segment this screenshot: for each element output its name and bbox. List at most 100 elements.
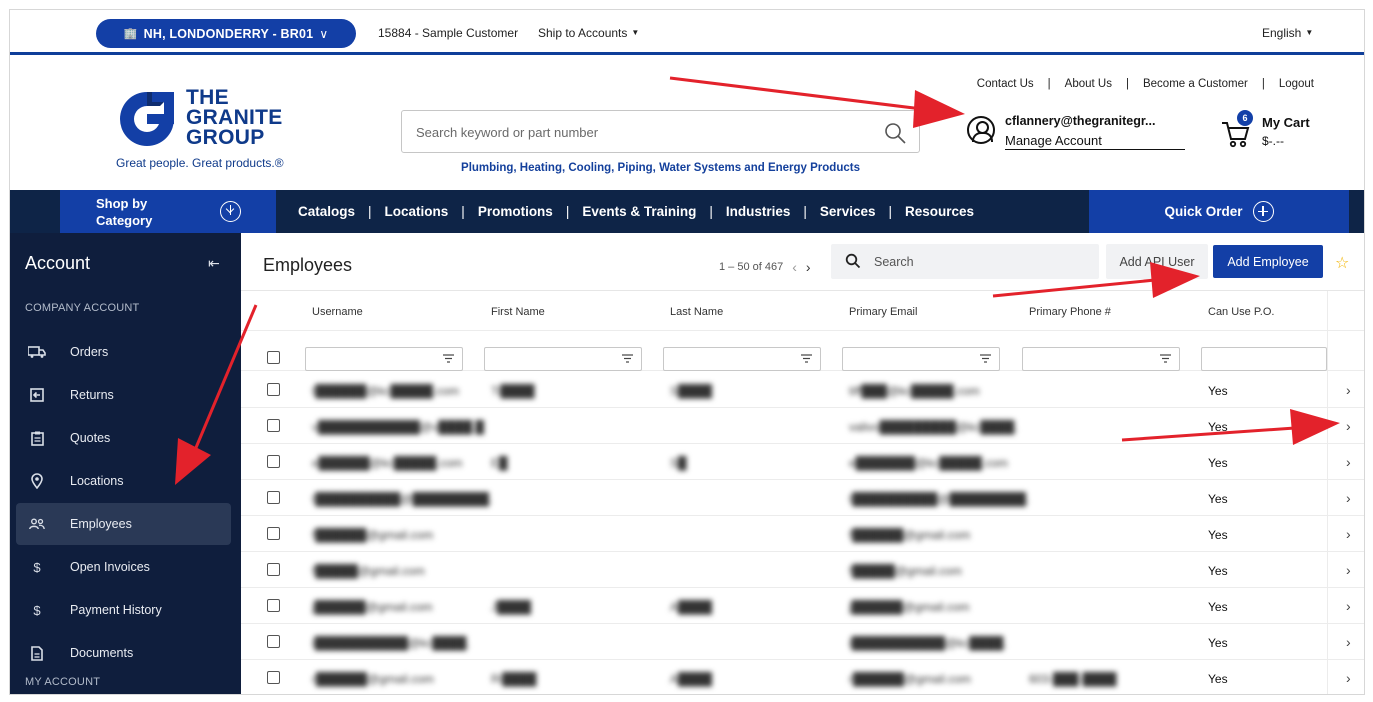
add-api-user-button[interactable]: Add API User — [1106, 244, 1208, 279]
table-row[interactable]: i███████████@kc████. i███████████@kc████.… — [241, 624, 1364, 660]
chevron-right-icon[interactable]: › — [1346, 454, 1351, 470]
ship-to-accounts-dropdown[interactable]: Ship to Accounts ▼ — [538, 26, 639, 40]
chevron-right-icon[interactable]: › — [1346, 490, 1351, 506]
clipboard-icon — [26, 431, 48, 446]
cell-primary-email: j██████@gmail.com — [849, 600, 970, 614]
cell-primary-email: tiff███@kc█████.com — [849, 384, 980, 398]
row-checkbox[interactable] — [267, 491, 280, 504]
next-page-icon[interactable]: › — [806, 259, 811, 275]
sidebar-item-label: Open Invoices — [70, 560, 150, 574]
table-row[interactable]: t██████@kc█████.com Ti████ S████ tiff███@kc… — [241, 372, 1364, 408]
row-checkbox[interactable] — [267, 599, 280, 612]
nav-events-training[interactable]: Events & Training — [582, 204, 696, 219]
sidebar-item-label: Quotes — [70, 431, 111, 445]
table-row[interactable]: j██████@gmail.com J████ A████ j██████@gmail… — [241, 588, 1364, 624]
sidebar-item-employees[interactable]: Employees — [16, 503, 231, 545]
collapse-sidebar-icon[interactable]: ⇤ — [208, 255, 220, 272]
select-all-checkbox[interactable] — [267, 351, 280, 364]
manage-account-link[interactable]: Manage Account — [1005, 133, 1185, 150]
chevron-right-icon[interactable]: › — [1346, 382, 1351, 398]
account-email[interactable]: cflannery@thegranitegr... — [1005, 114, 1155, 128]
sidebar-item-locations[interactable]: Locations — [16, 460, 231, 502]
table-row[interactable]: v████████████@v████.█ valivo█████████@kc█… — [241, 408, 1364, 444]
language-dropdown[interactable]: English ▼ — [1262, 26, 1313, 40]
cell-last-name: A████ — [670, 600, 713, 614]
cell-can-use-po: Yes — [1208, 420, 1228, 434]
column-header-first-name[interactable]: First Name — [491, 306, 545, 318]
filter-last-name[interactable] — [663, 347, 821, 371]
chevron-right-icon[interactable]: › — [1346, 634, 1351, 650]
account-user-icon[interactable] — [967, 116, 995, 144]
nav-catalogs[interactable]: Catalogs — [298, 204, 355, 219]
cart-count-badge: 6 — [1237, 110, 1253, 126]
become-customer-link[interactable]: Become a Customer — [1143, 78, 1248, 90]
branch-selector[interactable]: 🏢 NH, LONDONDERRY - BR01 ∨ — [96, 19, 356, 48]
sidebar-item-payment-history[interactable]: $ Payment History — [16, 589, 231, 631]
row-checkbox[interactable] — [267, 635, 280, 648]
row-checkbox[interactable] — [267, 455, 280, 468]
chevron-right-icon[interactable]: › — [1346, 670, 1351, 686]
sidebar-item-documents[interactable]: Documents — [16, 632, 231, 674]
previous-page-icon[interactable]: ‹ — [792, 259, 797, 275]
shop-by-category-button[interactable]: Shop by Category — [60, 190, 276, 233]
header-links: Contact Us | About Us | Become a Custome… — [977, 78, 1314, 90]
row-checkbox[interactable] — [267, 671, 280, 684]
employee-search-input[interactable]: Search — [831, 244, 1099, 279]
table-row[interactable]: t██████████@█████████. t██████████@██████… — [241, 480, 1364, 516]
chevron-right-icon[interactable]: › — [1346, 598, 1351, 614]
column-header-primary-phone[interactable]: Primary Phone # — [1029, 306, 1111, 318]
row-checkbox[interactable] — [267, 419, 280, 432]
add-employee-button[interactable]: Add Employee — [1213, 245, 1323, 278]
filter-first-name[interactable] — [484, 347, 642, 371]
column-header-primary-email[interactable]: Primary Email — [849, 306, 917, 318]
contact-us-link[interactable]: Contact Us — [977, 78, 1034, 90]
nav-services[interactable]: Services — [820, 204, 876, 219]
sidebar-item-returns[interactable]: Returns — [16, 374, 231, 416]
sidebar-item-orders[interactable]: Orders — [16, 331, 231, 373]
table-row[interactable]: f██████@gmail.com f██████@gmail.com Yes › — [241, 516, 1364, 552]
logo-line-2: GRANITE — [186, 106, 283, 129]
link-separator: | — [1261, 78, 1265, 90]
sidebar-item-quotes[interactable]: Quotes — [16, 417, 231, 459]
nav-separator: | — [368, 204, 372, 219]
table-row[interactable]: f█████@gmail.com f█████@gmail.com Yes › — [241, 552, 1364, 588]
search-icon[interactable] — [883, 121, 907, 145]
table-row[interactable]: r██████@gmail.com Ri████ A████ r██████@gmai… — [241, 660, 1364, 694]
chevron-right-icon[interactable]: › — [1346, 562, 1351, 578]
filter-primary-phone[interactable] — [1022, 347, 1180, 371]
filter-primary-email[interactable] — [842, 347, 1000, 371]
nav-separator: | — [709, 204, 713, 219]
row-checkbox[interactable] — [267, 563, 280, 576]
column-header-can-use-po[interactable]: Can Use P.O. — [1208, 306, 1274, 318]
cell-last-name: S█ — [670, 456, 687, 470]
chevron-right-icon[interactable]: › — [1346, 418, 1351, 434]
cell-first-name: Ri████ — [491, 672, 537, 686]
filter-username[interactable] — [305, 347, 463, 371]
return-icon — [26, 388, 48, 402]
cell-username: v████████████@v████.█ — [312, 420, 485, 434]
nav-resources[interactable]: Resources — [905, 204, 974, 219]
favorite-star-icon[interactable]: ☆ — [1335, 253, 1349, 273]
row-checkbox[interactable] — [267, 383, 280, 396]
cell-primary-email: i███████████@kc████. — [849, 636, 1007, 650]
column-header-username[interactable]: Username — [312, 306, 363, 318]
sidebar-item-open-invoices[interactable]: $ Open Invoices — [16, 546, 231, 588]
logo-wordmark[interactable]: THE GRANITE GROUP — [186, 87, 283, 148]
quick-order-button[interactable]: Quick Order — [1089, 190, 1349, 233]
sidebar-item-label: Returns — [70, 388, 114, 402]
column-header-last-name[interactable]: Last Name — [670, 306, 723, 318]
cell-username: t██████████@█████████. — [312, 492, 493, 506]
chevron-right-icon[interactable]: › — [1346, 526, 1351, 542]
nav-locations[interactable]: Locations — [385, 204, 449, 219]
filter-can-use-po[interactable] — [1201, 347, 1327, 371]
my-cart-link[interactable]: My Cart — [1262, 115, 1310, 130]
site-search-input[interactable]: Search keyword or part number — [401, 110, 920, 153]
about-us-link[interactable]: About Us — [1065, 78, 1112, 90]
nav-promotions[interactable]: Promotions — [478, 204, 553, 219]
cell-primary-phone: 603-███-████ — [1029, 672, 1117, 686]
row-checkbox[interactable] — [267, 527, 280, 540]
table-row[interactable]: e██████@kc█████.com E█ S█ e███████@kc█████.… — [241, 444, 1364, 480]
nav-industries[interactable]: Industries — [726, 204, 791, 219]
granite-logo-icon[interactable] — [116, 88, 178, 150]
logout-link[interactable]: Logout — [1279, 78, 1314, 90]
